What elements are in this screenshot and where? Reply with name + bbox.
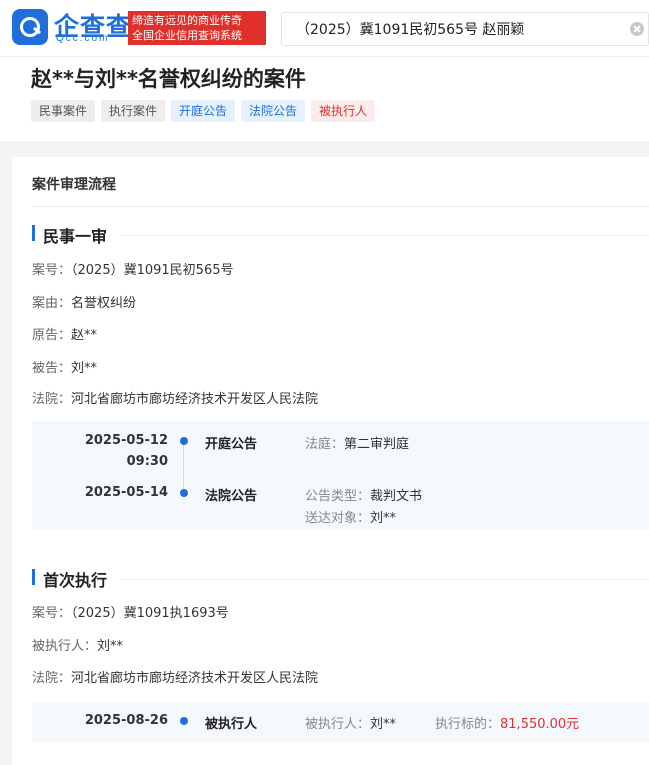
detail-value: 第二审判庭 (344, 437, 410, 452)
divider (120, 579, 649, 580)
section-heading-first-trial: 民事一审 (32, 223, 107, 247)
case-number-label: 案号： (32, 606, 72, 621)
timeline-connector (183, 439, 184, 493)
case-number-value[interactable]: （2025）冀1091执1693号 (71, 606, 229, 621)
plaintiff-row: 原告：赵** (32, 324, 97, 343)
executed-person-value: 刘** (97, 639, 124, 654)
court-label: 法院： (32, 671, 72, 686)
detail-label: 被执行人： (305, 717, 371, 732)
detail-label: 法庭： (305, 437, 345, 452)
qcc-logo-icon[interactable] (12, 9, 48, 45)
event-time: 09:30 (126, 454, 168, 469)
event-detail: 被执行人：刘** (305, 713, 396, 732)
court-value[interactable]: 河北省廊坊市廊坊经济技术开发区人民法院 (71, 671, 318, 686)
defendant-row: 被告：刘** (32, 357, 97, 376)
plaintiff-label: 原告： (32, 328, 72, 343)
divider (32, 206, 649, 207)
event-detail: 公告类型：裁判文书 (305, 485, 422, 504)
tag-hearing-notice[interactable]: 开庭公告 (171, 100, 236, 122)
detail-label: 送达对象： (305, 511, 371, 526)
executed-person-row: 被执行人：刘** (32, 635, 123, 654)
event-detail: 执行标的：81,550.00元 (435, 713, 579, 732)
card-title: 案件审理流程 (32, 177, 116, 193)
search-box[interactable] (281, 12, 649, 46)
event-type[interactable]: 被执行人 (205, 713, 257, 732)
court-row: 法院：河北省廊坊市廊坊经济技术开发区人民法院 (32, 667, 318, 686)
timeline-dot (180, 437, 188, 445)
trial-timeline: 2025-05-12 09:30 开庭公告 法庭：第二审判庭 2025-05-1… (32, 421, 649, 529)
court-value[interactable]: 河北省廊坊市廊坊经济技术开发区人民法院 (71, 392, 318, 407)
court-row: 法院：河北省廊坊市廊坊经济技术开发区人民法院 (32, 388, 318, 407)
court-label: 法院： (32, 392, 72, 407)
case-number-label: 案号： (32, 263, 72, 278)
detail-label: 执行标的： (435, 717, 501, 732)
case-number-value[interactable]: （2025）冀1091民初565号 (71, 263, 233, 278)
timeline-dot (180, 489, 188, 497)
tag-civil-case[interactable]: 民事案件 (31, 100, 96, 122)
tag-execution-case[interactable]: 执行案件 (101, 100, 166, 122)
cause-row: 案由：名誉权纠纷 (32, 292, 136, 311)
execution-timeline: 2025-08-26 被执行人 被执行人：刘** 执行标的：81,550.00元 (32, 702, 649, 742)
tag-executed-person[interactable]: 被执行人 (311, 100, 376, 122)
detail-value: 裁判文书 (370, 489, 423, 504)
execution-amount: 81,550.00元 (500, 717, 580, 732)
clear-icon[interactable] (630, 22, 644, 36)
cause-label: 案由： (32, 296, 72, 311)
logo-domain: Qcc.com (56, 33, 110, 44)
detail-label: 公告类型： (305, 489, 371, 504)
executed-person-label: 被执行人： (32, 639, 98, 654)
case-number-row: 案号：（2025）冀1091执1693号 (32, 602, 229, 621)
case-process-card: 案件审理流程 民事一审 案号：（2025）冀1091民初565号 案由：名誉权纠… (12, 157, 649, 765)
event-date: 2025-05-14 (84, 485, 168, 500)
event-detail: 法庭：第二审判庭 (305, 433, 409, 452)
section-heading-first-execution: 首次执行 (32, 567, 107, 591)
tag-court-notice[interactable]: 法院公告 (241, 100, 306, 122)
divider (120, 235, 649, 236)
event-date: 2025-08-26 (84, 713, 168, 728)
detail-value: 刘** (370, 717, 397, 732)
slogan-line-2: 全国企业信用查询系统 (132, 29, 242, 42)
top-header: 企查查 Qcc.com 缔造有远见的商业传奇 全国企业信用查询系统 (0, 0, 649, 57)
timeline-dot (180, 717, 188, 725)
cause-value: 名誉权纠纷 (71, 296, 137, 311)
event-type[interactable]: 法院公告 (205, 485, 257, 504)
event-type[interactable]: 开庭公告 (205, 433, 257, 452)
plaintiff-value: 赵** (71, 328, 98, 343)
search-input[interactable] (296, 19, 616, 39)
event-detail: 送达对象：刘** (305, 507, 396, 526)
case-tags: 民事案件 执行案件 开庭公告 法院公告 被执行人 (31, 100, 376, 122)
slogan-line-1: 缔造有远见的商业传奇 (132, 14, 242, 27)
slogan-badge: 缔造有远见的商业传奇 全国企业信用查询系统 (128, 11, 266, 45)
page-title: 赵**与刘**名誉权纠纷的案件 (31, 67, 306, 91)
case-number-row: 案号：（2025）冀1091民初565号 (32, 259, 234, 278)
event-date: 2025-05-12 (84, 433, 168, 448)
defendant-value: 刘** (71, 361, 98, 376)
defendant-label: 被告： (32, 361, 72, 376)
detail-value: 刘** (370, 511, 397, 526)
